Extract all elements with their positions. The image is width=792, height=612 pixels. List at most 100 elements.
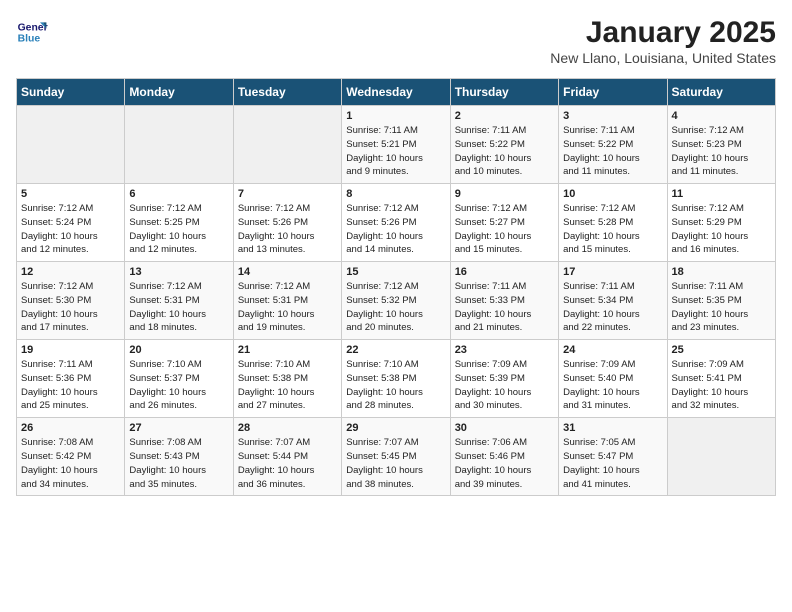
calendar-cell: 22Sunrise: 7:10 AM Sunset: 5:38 PM Dayli… <box>342 340 450 418</box>
calendar-cell: 26Sunrise: 7:08 AM Sunset: 5:42 PM Dayli… <box>17 418 125 496</box>
calendar-cell: 1Sunrise: 7:11 AM Sunset: 5:21 PM Daylig… <box>342 106 450 184</box>
day-number: 12 <box>21 266 120 278</box>
day-info: Sunrise: 7:12 AM Sunset: 5:24 PM Dayligh… <box>21 202 120 257</box>
day-number: 2 <box>455 110 554 122</box>
day-number: 19 <box>21 344 120 356</box>
day-info: Sunrise: 7:12 AM Sunset: 5:30 PM Dayligh… <box>21 280 120 335</box>
calendar-cell: 18 Sunrise: 7:11 AM Sunset: 5:35 PM Dayli… <box>667 262 775 340</box>
day-number: 4 <box>672 110 771 122</box>
day-info: Sunrise: 7:09 AM Sunset: 5:41 PM Dayligh… <box>672 358 771 413</box>
weekday-header-sunday: Sunday <box>17 79 125 106</box>
day-number: 30 <box>455 422 554 434</box>
day-number: 13 <box>129 266 228 278</box>
calendar-cell: 29 Sunrise: 7:07 AM Sunset: 5:45 PM Dayli… <box>342 418 450 496</box>
calendar-cell: 27 Sunrise: 7:08 AM Sunset: 5:43 PM Dayli… <box>125 418 233 496</box>
day-number: 15 <box>346 266 445 278</box>
day-info: Sunrise: 7:12 AM Sunset: 5:23 PM Dayligh… <box>672 124 771 179</box>
day-number: 21 <box>238 344 337 356</box>
calendar-cell: 4 Sunrise: 7:12 AM Sunset: 5:23 PM Daylig… <box>667 106 775 184</box>
day-info: Sunrise: 7:12 AM Sunset: 5:31 PM Dayligh… <box>129 280 228 335</box>
page-header: General Blue January 2025 New Llano, Lou… <box>16 16 776 66</box>
day-info: Sunrise: 7:12 AM Sunset: 5:28 PM Dayligh… <box>563 202 662 257</box>
day-number: 29 <box>346 422 445 434</box>
calendar-cell: 31 Sunrise: 7:05 AM Sunset: 5:47 PM Dayli… <box>559 418 667 496</box>
weekday-header-thursday: Thursday <box>450 79 558 106</box>
weekday-header-wednesday: Wednesday <box>342 79 450 106</box>
day-number: 31 <box>563 422 662 434</box>
calendar-cell: 5 Sunrise: 7:12 AM Sunset: 5:24 PM Daylig… <box>17 184 125 262</box>
day-number: 18 <box>672 266 771 278</box>
calendar-cell: 23Sunrise: 7:09 AM Sunset: 5:39 PM Dayli… <box>450 340 558 418</box>
logo-icon: General Blue <box>16 16 48 48</box>
day-info: Sunrise: 7:07 AM Sunset: 5:45 PM Dayligh… <box>346 436 445 491</box>
day-number: 3 <box>563 110 662 122</box>
day-number: 14 <box>238 266 337 278</box>
calendar-cell <box>233 106 341 184</box>
calendar-cell: 12 Sunrise: 7:12 AM Sunset: 5:30 PM Dayli… <box>17 262 125 340</box>
day-number: 25 <box>672 344 771 356</box>
weekday-header-tuesday: Tuesday <box>233 79 341 106</box>
day-number: 27 <box>129 422 228 434</box>
day-info: Sunrise: 7:10 AM Sunset: 5:37 PM Dayligh… <box>129 358 228 413</box>
calendar-cell: 11Sunrise: 7:12 AM Sunset: 5:29 PM Dayli… <box>667 184 775 262</box>
weekday-header-monday: Monday <box>125 79 233 106</box>
day-number: 8 <box>346 188 445 200</box>
calendar-cell: 14 Sunrise: 7:12 AM Sunset: 5:31 PM Dayli… <box>233 262 341 340</box>
calendar-cell: 21 Sunrise: 7:10 AM Sunset: 5:38 PM Dayli… <box>233 340 341 418</box>
day-number: 9 <box>455 188 554 200</box>
calendar-cell: 6 Sunrise: 7:12 AM Sunset: 5:25 PM Daylig… <box>125 184 233 262</box>
day-info: Sunrise: 7:12 AM Sunset: 5:32 PM Dayligh… <box>346 280 445 335</box>
day-number: 6 <box>129 188 228 200</box>
calendar-cell: 9Sunrise: 7:12 AM Sunset: 5:27 PM Daylig… <box>450 184 558 262</box>
calendar-cell: 3 Sunrise: 7:11 AM Sunset: 5:22 PM Daylig… <box>559 106 667 184</box>
day-info: Sunrise: 7:12 AM Sunset: 5:25 PM Dayligh… <box>129 202 228 257</box>
day-info: Sunrise: 7:06 AM Sunset: 5:46 PM Dayligh… <box>455 436 554 491</box>
day-number: 20 <box>129 344 228 356</box>
day-info: Sunrise: 7:09 AM Sunset: 5:40 PM Dayligh… <box>563 358 662 413</box>
day-number: 24 <box>563 344 662 356</box>
calendar-week-row: 19 Sunrise: 7:11 AM Sunset: 5:36 PM Dayli… <box>17 340 776 418</box>
calendar-cell: 17 Sunrise: 7:11 AM Sunset: 5:34 PM Dayli… <box>559 262 667 340</box>
calendar-cell: 24 Sunrise: 7:09 AM Sunset: 5:40 PM Dayli… <box>559 340 667 418</box>
calendar-cell <box>667 418 775 496</box>
weekday-header-friday: Friday <box>559 79 667 106</box>
day-info: Sunrise: 7:10 AM Sunset: 5:38 PM Dayligh… <box>238 358 337 413</box>
day-info: Sunrise: 7:11 AM Sunset: 5:35 PM Dayligh… <box>672 280 771 335</box>
calendar-cell: 25 Sunrise: 7:09 AM Sunset: 5:41 PM Dayli… <box>667 340 775 418</box>
calendar-cell: 20 Sunrise: 7:10 AM Sunset: 5:37 PM Dayli… <box>125 340 233 418</box>
day-info: Sunrise: 7:11 AM Sunset: 5:36 PM Dayligh… <box>21 358 120 413</box>
day-info: Sunrise: 7:11 AM Sunset: 5:22 PM Dayligh… <box>455 124 554 179</box>
calendar-table: SundayMondayTuesdayWednesdayThursdayFrid… <box>16 78 776 496</box>
day-info: Sunrise: 7:12 AM Sunset: 5:31 PM Dayligh… <box>238 280 337 335</box>
calendar-week-row: 1Sunrise: 7:11 AM Sunset: 5:21 PM Daylig… <box>17 106 776 184</box>
month-title: January 2025 <box>550 16 776 50</box>
weekday-header-saturday: Saturday <box>667 79 775 106</box>
day-number: 26 <box>21 422 120 434</box>
day-number: 10 <box>563 188 662 200</box>
day-number: 17 <box>563 266 662 278</box>
day-info: Sunrise: 7:08 AM Sunset: 5:43 PM Dayligh… <box>129 436 228 491</box>
day-number: 1 <box>346 110 445 122</box>
calendar-cell <box>17 106 125 184</box>
calendar-cell: 2 Sunrise: 7:11 AM Sunset: 5:22 PM Daylig… <box>450 106 558 184</box>
calendar-cell: 8Sunrise: 7:12 AM Sunset: 5:26 PM Daylig… <box>342 184 450 262</box>
day-info: Sunrise: 7:10 AM Sunset: 5:38 PM Dayligh… <box>346 358 445 413</box>
calendar-cell: 30 Sunrise: 7:06 AM Sunset: 5:46 PM Dayli… <box>450 418 558 496</box>
day-number: 5 <box>21 188 120 200</box>
location: New Llano, Louisiana, United States <box>550 50 776 66</box>
calendar-cell: 16Sunrise: 7:11 AM Sunset: 5:33 PM Dayli… <box>450 262 558 340</box>
calendar-cell: 15 Sunrise: 7:12 AM Sunset: 5:32 PM Dayli… <box>342 262 450 340</box>
day-info: Sunrise: 7:05 AM Sunset: 5:47 PM Dayligh… <box>563 436 662 491</box>
day-number: 7 <box>238 188 337 200</box>
calendar-cell: 7 Sunrise: 7:12 AM Sunset: 5:26 PM Daylig… <box>233 184 341 262</box>
logo: General Blue <box>16 16 48 48</box>
calendar-cell: 19 Sunrise: 7:11 AM Sunset: 5:36 PM Dayli… <box>17 340 125 418</box>
day-info: Sunrise: 7:11 AM Sunset: 5:22 PM Dayligh… <box>563 124 662 179</box>
weekday-header-row: SundayMondayTuesdayWednesdayThursdayFrid… <box>17 79 776 106</box>
day-info: Sunrise: 7:09 AM Sunset: 5:39 PM Dayligh… <box>455 358 554 413</box>
day-info: Sunrise: 7:12 AM Sunset: 5:26 PM Dayligh… <box>238 202 337 257</box>
day-info: Sunrise: 7:11 AM Sunset: 5:34 PM Dayligh… <box>563 280 662 335</box>
calendar-week-row: 5 Sunrise: 7:12 AM Sunset: 5:24 PM Daylig… <box>17 184 776 262</box>
day-info: Sunrise: 7:11 AM Sunset: 5:33 PM Dayligh… <box>455 280 554 335</box>
day-info: Sunrise: 7:07 AM Sunset: 5:44 PM Dayligh… <box>238 436 337 491</box>
